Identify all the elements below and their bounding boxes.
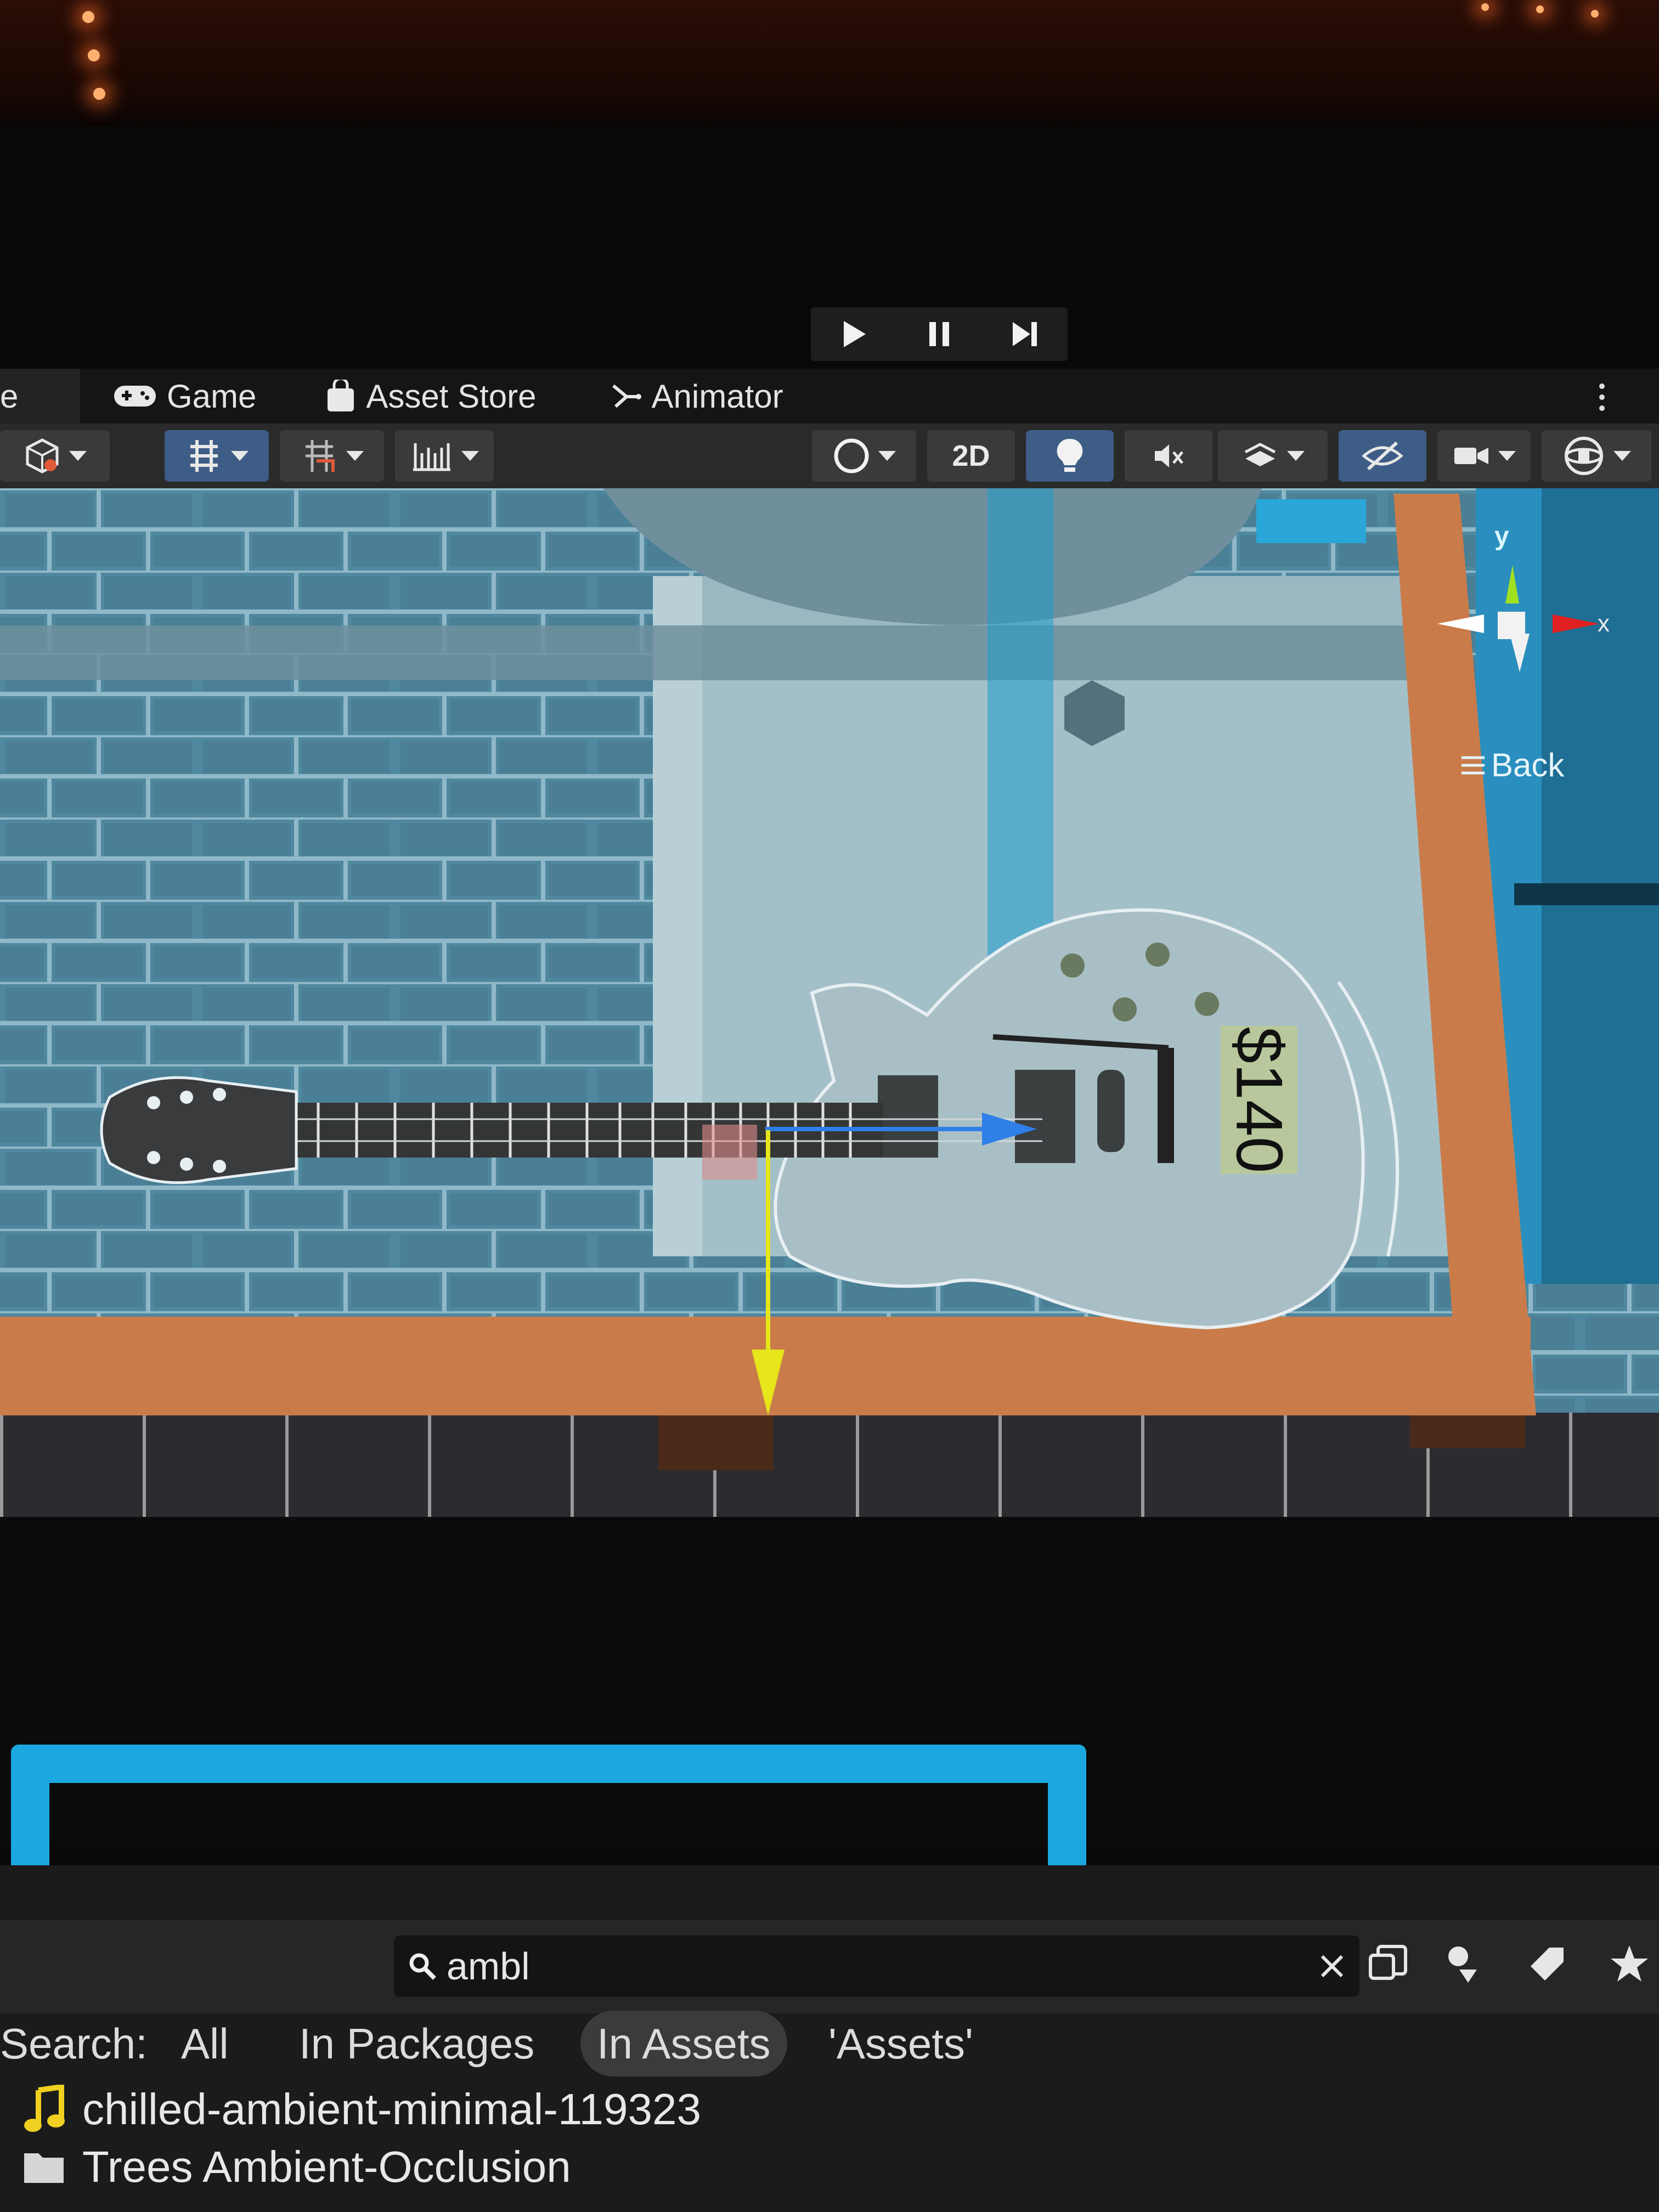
music-note-icon bbox=[24, 2085, 65, 2132]
ui-frame-element bbox=[11, 1745, 1086, 1865]
pause-icon bbox=[929, 322, 949, 346]
hidden-objects-toggle[interactable] bbox=[1339, 430, 1426, 482]
filter-in-assets[interactable]: In Assets bbox=[580, 2011, 787, 2076]
tab-label: Asset Store bbox=[366, 377, 537, 415]
price-tag: $140 bbox=[1222, 1027, 1296, 1173]
chevron-down-icon bbox=[69, 451, 87, 461]
grid-snap-icon bbox=[190, 440, 218, 472]
play-button[interactable] bbox=[821, 312, 887, 356]
ruler-icon bbox=[413, 443, 450, 471]
chevron-down-icon bbox=[878, 451, 896, 461]
draw-mode-button[interactable] bbox=[0, 430, 110, 482]
view-orientation-label[interactable]: Back bbox=[1459, 746, 1564, 784]
price-tag-label: $140 bbox=[1222, 1026, 1296, 1173]
clear-search-icon[interactable] bbox=[1317, 1951, 1347, 1984]
search-by-label-icon[interactable] bbox=[1443, 1942, 1487, 1989]
light-bulb bbox=[82, 11, 94, 23]
cube-icon bbox=[26, 438, 59, 473]
chevron-down-icon bbox=[1613, 451, 1631, 461]
asset-name: chilled-ambient-minimal-119323 bbox=[82, 2085, 701, 2134]
light-bulb bbox=[88, 49, 100, 61]
light-bulb bbox=[1591, 10, 1599, 18]
step-button[interactable] bbox=[992, 312, 1058, 356]
tab-asset-store[interactable]: Asset Store bbox=[276, 369, 556, 424]
lighting-toggle[interactable] bbox=[1026, 430, 1114, 482]
toggle-2d-button[interactable]: 2D bbox=[927, 430, 1015, 482]
menu-icon bbox=[1462, 756, 1485, 774]
window-tabs: e Game Asset Store Animator bbox=[0, 369, 1659, 424]
audio-toggle[interactable] bbox=[1125, 430, 1212, 482]
tab-game[interactable]: Game bbox=[80, 369, 276, 424]
scene-toolbar: 2D bbox=[0, 424, 1659, 488]
room-background bbox=[0, 0, 1659, 126]
chevron-down-icon bbox=[1498, 451, 1516, 461]
2d-label: 2D bbox=[952, 439, 990, 472]
search-by-type-icon[interactable] bbox=[1366, 1942, 1410, 1989]
light-bulb bbox=[1481, 3, 1489, 11]
chevron-down-icon bbox=[1287, 451, 1305, 461]
filter-in-packages[interactable]: In Packages bbox=[299, 2011, 534, 2076]
tab-scene[interactable]: e bbox=[0, 369, 80, 424]
grid-snap-button[interactable] bbox=[165, 430, 269, 482]
hidden-objects-icon bbox=[1362, 441, 1403, 471]
gamepad-icon bbox=[114, 386, 156, 407]
move-snap-icon bbox=[306, 440, 335, 472]
filter-label: In Packages bbox=[299, 2019, 535, 2068]
view-label: Back bbox=[1491, 747, 1565, 783]
chevron-down-icon bbox=[346, 451, 364, 461]
search-input[interactable]: ambl bbox=[394, 1936, 1359, 1997]
bag-icon bbox=[328, 380, 354, 411]
search-value: ambl bbox=[447, 1945, 530, 1988]
gizmo-y-label: y bbox=[1494, 522, 1509, 551]
pause-button[interactable] bbox=[906, 312, 972, 356]
shading-mode-button[interactable] bbox=[812, 430, 916, 482]
audio-mute-icon bbox=[1155, 444, 1183, 467]
search-scope-label: Search: bbox=[0, 2011, 148, 2076]
tab-animator[interactable]: Animator bbox=[556, 369, 803, 424]
filter-label: In Assets bbox=[597, 2019, 771, 2068]
gizmo-x-label: x bbox=[1598, 610, 1610, 637]
folder-icon bbox=[24, 2153, 64, 2183]
shading-circle-icon bbox=[834, 438, 869, 473]
filter-label: 'Assets' bbox=[828, 2019, 973, 2068]
play-controls bbox=[811, 307, 1068, 361]
search-scope-text: Search: bbox=[0, 2019, 148, 2068]
tab-label: Animator bbox=[651, 377, 783, 415]
asset-name: Trees Ambient-Occlusion bbox=[82, 2142, 571, 2191]
camera-settings-button[interactable] bbox=[1437, 430, 1531, 482]
filter-all[interactable]: All bbox=[181, 2011, 229, 2076]
camera-icon bbox=[1454, 448, 1488, 464]
more-options-icon[interactable] bbox=[1596, 381, 1607, 416]
play-icon bbox=[844, 321, 866, 347]
tab-label: e bbox=[0, 377, 19, 415]
effects-icon bbox=[1244, 443, 1276, 466]
chevron-down-icon bbox=[461, 451, 479, 461]
light-icon bbox=[1057, 438, 1083, 472]
light-bulb bbox=[93, 88, 105, 100]
scene-canvas bbox=[0, 488, 1659, 1517]
animator-icon bbox=[612, 384, 641, 408]
increment-snap-button[interactable] bbox=[395, 430, 494, 482]
scene-view[interactable]: $140 y x Back bbox=[0, 488, 1659, 1517]
gizmos-button[interactable] bbox=[1542, 430, 1651, 482]
filter-assets-folder[interactable]: 'Assets' bbox=[828, 2011, 973, 2076]
tab-label: Game bbox=[167, 377, 257, 415]
light-bulb bbox=[1536, 5, 1544, 13]
gizmos-icon bbox=[1565, 437, 1603, 475]
effects-button[interactable] bbox=[1218, 430, 1328, 482]
search-icon bbox=[409, 1953, 436, 1980]
favorite-star-icon[interactable] bbox=[1607, 1942, 1651, 1989]
chevron-down-icon bbox=[231, 451, 249, 461]
filter-label: All bbox=[181, 2019, 229, 2068]
step-icon bbox=[1013, 322, 1037, 346]
asset-list-item[interactable]: Trees Ambient-Occlusion bbox=[22, 2140, 571, 2194]
label-tag-icon[interactable] bbox=[1525, 1942, 1569, 1989]
move-snap-button[interactable] bbox=[280, 430, 384, 482]
asset-list-item[interactable]: chilled-ambient-minimal-119323 bbox=[22, 2082, 701, 2137]
